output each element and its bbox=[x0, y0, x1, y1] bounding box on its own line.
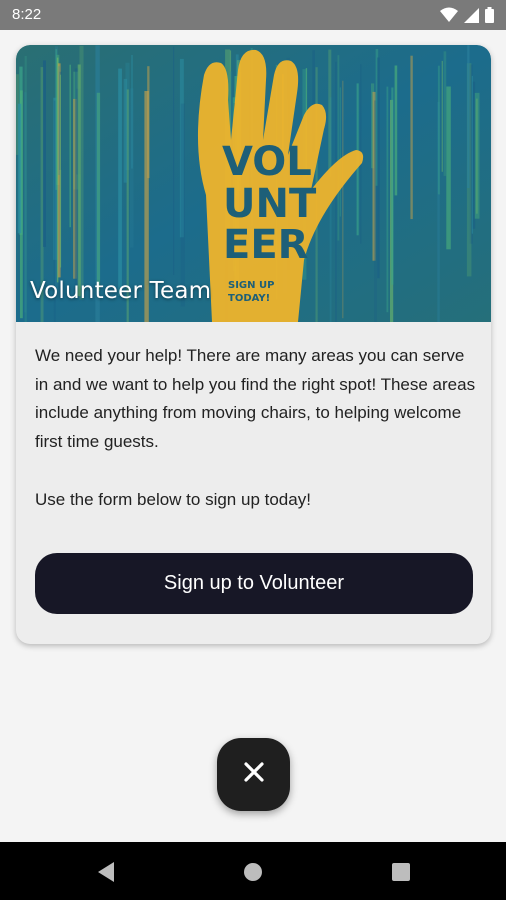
navigation-bar bbox=[0, 842, 506, 900]
signal-icon bbox=[464, 7, 479, 28]
banner-text-today: TODAY! bbox=[228, 293, 270, 304]
battery-icon bbox=[485, 7, 494, 28]
sign-up-volunteer-button[interactable]: Sign up to Volunteer bbox=[35, 553, 473, 614]
back-icon[interactable] bbox=[96, 861, 116, 888]
status-time: 8:22 bbox=[12, 6, 42, 23]
status-bar: 8:22 bbox=[0, 0, 506, 30]
banner-text-vol: VOL bbox=[222, 139, 312, 185]
volunteer-card: VOL UNT EER SIGN UP TODAY! Volunteer Tea… bbox=[16, 45, 491, 644]
banner-text-eer: EER bbox=[223, 222, 308, 268]
description-text: We need your help! There are many areas … bbox=[35, 346, 476, 451]
recents-icon[interactable] bbox=[391, 861, 411, 888]
close-fab-button[interactable] bbox=[217, 738, 290, 811]
banner-title: Volunteer Team bbox=[30, 278, 212, 304]
volunteer-banner-image: VOL UNT EER SIGN UP TODAY! Volunteer Tea… bbox=[16, 45, 491, 322]
banner-text-unt: UNT bbox=[223, 181, 317, 227]
status-icons bbox=[440, 7, 494, 28]
close-icon bbox=[243, 761, 265, 788]
home-icon[interactable] bbox=[243, 861, 263, 888]
signup-instruction-text: Use the form below to sign up today! bbox=[35, 490, 311, 509]
wifi-icon bbox=[440, 7, 458, 28]
banner-text-sign-up: SIGN UP bbox=[228, 280, 274, 291]
